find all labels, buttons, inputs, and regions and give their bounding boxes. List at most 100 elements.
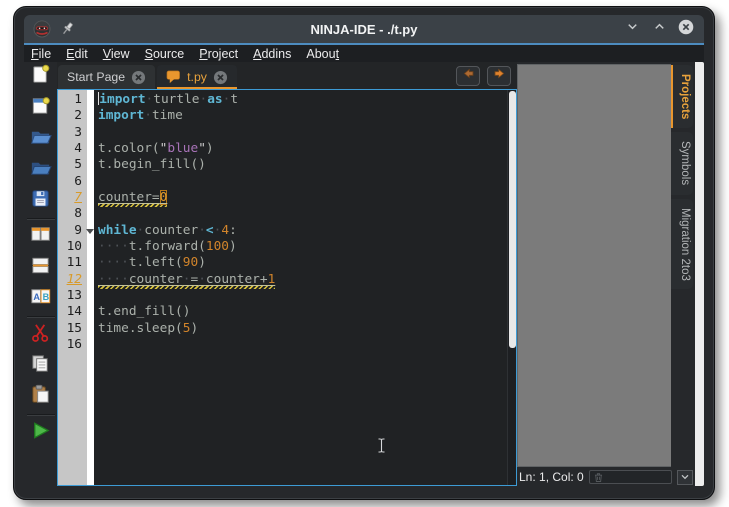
split-vertical-button[interactable] (29, 256, 53, 280)
side-tab-migration-2to3[interactable]: Migration 2to3 (671, 198, 693, 290)
split-horizontal-icon (29, 223, 52, 251)
minimize-button[interactable] (623, 20, 641, 38)
line-number: 14 (66, 304, 82, 320)
code-line: ····t.left(90) (98, 255, 206, 271)
code-line: while·counter·<·4: (98, 222, 237, 238)
line-number-gutter: 1 2 3 4 5 6 7 8 9 10 11 12 13 14 15 16 (58, 90, 87, 485)
open-project-icon (29, 156, 52, 184)
menu-addins[interactable]: Addins (253, 47, 291, 61)
save-button[interactable] (29, 189, 53, 213)
tab-label: Start Page (67, 70, 126, 84)
toolbar-separator (26, 316, 55, 318)
new-file-button[interactable] (29, 63, 53, 91)
chevron-down-icon (681, 474, 689, 480)
minimize-icon (625, 19, 640, 39)
line-number: 11 (66, 255, 82, 271)
code-line: counter=0 (98, 190, 507, 208)
back-arrow-icon (461, 67, 476, 85)
new-project-button[interactable] (29, 96, 53, 120)
code-editor[interactable]: 1 2 3 4 5 6 7 8 9 10 11 12 13 14 15 16 import·turtle·as… (57, 89, 517, 486)
fold-arrow-icon[interactable] (86, 228, 94, 234)
menu-view[interactable]: View (103, 47, 130, 61)
code-line: t.end_fill() (98, 304, 191, 320)
split-vertical-icon (29, 254, 52, 282)
editor-scrollbar[interactable] (507, 90, 516, 485)
line-number: 8 (74, 206, 82, 222)
cut-button[interactable] (29, 323, 53, 347)
open-project-button[interactable] (29, 158, 53, 182)
new-project-icon (29, 94, 52, 122)
close-icon (678, 19, 694, 40)
menu-about[interactable]: About (306, 47, 339, 61)
cut-icon (29, 321, 52, 349)
scrollbar-thumb[interactable] (509, 91, 516, 348)
ninja-logo-icon (33, 20, 51, 38)
side-tab-bar: Projects Symbols Migration 2to3 (671, 62, 695, 467)
close-icon[interactable] (213, 70, 228, 85)
svg-text:B: B (43, 292, 50, 302)
projects-panel[interactable] (517, 64, 671, 467)
line-number: 9 (74, 222, 82, 238)
close-icon[interactable] (131, 70, 146, 85)
line-number: 4 (74, 141, 82, 157)
svg-text:A: A (33, 292, 40, 302)
editor-column: Start Page t.py 1 2 3 4 5 6 7 8 9 10 11 12 13 14 15 16 i… (57, 62, 517, 486)
title-bar[interactable]: NINJA-IDE - ./t.py (24, 15, 704, 43)
line-number: 2 (74, 108, 82, 124)
main-content: AB Start Page t.py 1 2 3 4 5 6 7 8 9 10 11 12 13 14 15 1… (24, 62, 704, 486)
tab-start-page[interactable]: Start Page (58, 65, 156, 89)
dropdown-button[interactable] (677, 469, 693, 485)
forward-button[interactable] (487, 65, 511, 86)
dock-edge-strip (695, 62, 704, 486)
tab-bar: Start Page t.py (57, 62, 517, 89)
follow-mode-button[interactable]: AB (29, 287, 53, 311)
forward-arrow-icon (492, 67, 507, 85)
code-area[interactable]: import·turtle·as·t import·time t.color("bl… (94, 90, 507, 485)
app-window: NINJA-IDE - ./t.py File Edit View Source Pro… (13, 6, 715, 500)
status-field[interactable] (588, 470, 672, 484)
menu-bar: File Edit View Source Project Addins About (24, 45, 704, 62)
split-horizontal-button[interactable] (29, 225, 53, 249)
close-button[interactable] (677, 19, 695, 40)
pin-icon (60, 21, 76, 37)
toolbar-separator (26, 218, 55, 220)
menu-source[interactable]: Source (145, 47, 185, 61)
line-number: 7 (74, 190, 82, 206)
menu-project[interactable]: Project (199, 47, 238, 61)
open-file-icon (29, 125, 52, 153)
side-tab-symbols[interactable]: Symbols (671, 132, 693, 195)
chat-bubble-icon (166, 70, 181, 84)
run-icon (29, 419, 52, 447)
pep8-warning-underline: counter=0 (98, 190, 168, 208)
menu-file[interactable]: File (31, 47, 51, 61)
maximize-button[interactable] (650, 20, 668, 38)
pep8-warning-underline: ····counter·=·counter+1 (98, 271, 276, 289)
menu-edit[interactable]: Edit (66, 47, 88, 61)
side-tab-projects[interactable]: Projects (671, 65, 693, 129)
tab-t-py[interactable]: t.py (157, 65, 237, 89)
line-number: 6 (74, 173, 82, 189)
run-button[interactable] (29, 421, 53, 445)
line-number: 5 (74, 157, 82, 173)
window-title: NINJA-IDE - ./t.py (310, 21, 418, 37)
back-button[interactable] (456, 65, 480, 86)
line-number: 12 (66, 271, 82, 287)
paste-button[interactable] (29, 384, 53, 409)
copy-button[interactable] (29, 354, 53, 378)
save-icon (29, 187, 52, 215)
code-line: import·time (98, 108, 183, 124)
code-line: ····counter·=·counter+1 (98, 271, 507, 289)
trash-icon (594, 472, 602, 482)
code-line: t.begin_fill() (98, 157, 206, 173)
status-bar: Ln: 1, Col: 0 (517, 467, 695, 486)
maximize-icon (652, 19, 667, 39)
left-toolbar: AB (24, 62, 57, 486)
tab-nav-buttons (456, 65, 517, 86)
open-file-button[interactable] (29, 127, 53, 151)
new-file-icon (29, 63, 52, 91)
